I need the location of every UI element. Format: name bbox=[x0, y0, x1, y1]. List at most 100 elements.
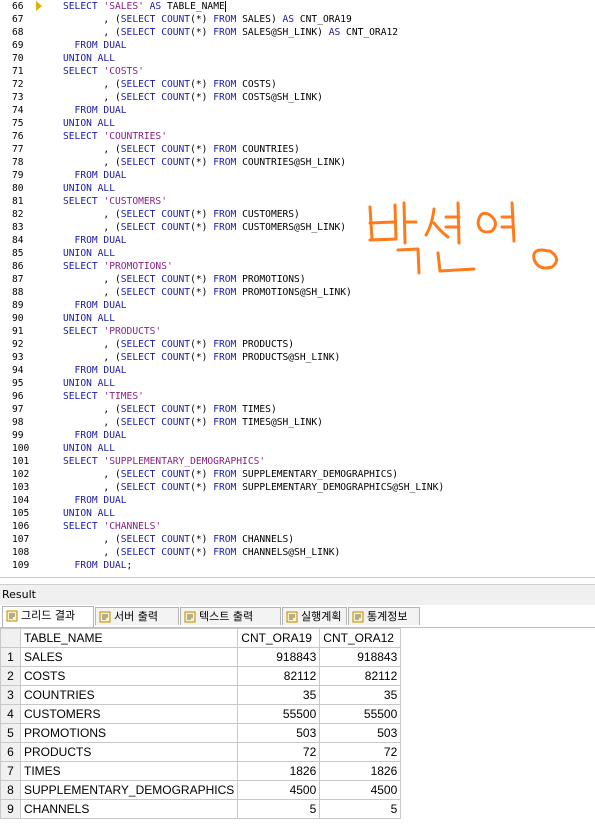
code-line[interactable]: 101 SELECT 'SUPPLEMENTARY_DEMOGRAPHICS' bbox=[0, 455, 595, 468]
cell-cnt-ora19[interactable]: 918843 bbox=[237, 647, 321, 667]
cell-cnt-ora12[interactable]: 72 bbox=[319, 742, 402, 762]
code-line[interactable]: 91 SELECT 'PRODUCTS' bbox=[0, 325, 595, 338]
line-number: 84 bbox=[12, 235, 24, 246]
code-line[interactable]: 108 , (SELECT COUNT(*) FROM CHANNELS@SH_… bbox=[0, 546, 595, 559]
table-row[interactable]: 7 TIMES 1826 1826 bbox=[0, 761, 402, 781]
code-line[interactable]: 75 UNION ALL bbox=[0, 117, 595, 130]
cell-table-name[interactable]: CUSTOMERS bbox=[19, 704, 239, 724]
code-line[interactable]: 81 SELECT 'CUSTOMERS' bbox=[0, 195, 595, 208]
code-line[interactable]: 79 FROM DUAL bbox=[0, 169, 595, 182]
table-row[interactable]: 9 CHANNELS 5 5 bbox=[0, 799, 402, 819]
code-line[interactable]: 105 UNION ALL bbox=[0, 507, 595, 520]
code-line[interactable]: 107 , (SELECT COUNT(*) FROM CHANNELS) bbox=[0, 533, 595, 546]
code-line[interactable]: 78 , (SELECT COUNT(*) FROM COUNTRIES@SH_… bbox=[0, 156, 595, 169]
code-line[interactable]: 95 UNION ALL bbox=[0, 377, 595, 390]
code-line[interactable]: 104 FROM DUAL bbox=[0, 494, 595, 507]
line-number: 94 bbox=[12, 365, 24, 376]
code-token: (*) bbox=[190, 27, 214, 38]
cell-cnt-ora19[interactable]: 82112 bbox=[237, 666, 321, 686]
code-line[interactable]: 73 , (SELECT COUNT(*) FROM COSTS@SH_LINK… bbox=[0, 91, 595, 104]
code-line[interactable]: 67 , (SELECT COUNT(*) FROM SALES) AS CNT… bbox=[0, 13, 595, 26]
code-line[interactable]: 90 UNION ALL bbox=[0, 312, 595, 325]
code-line[interactable]: 96 SELECT 'TIMES' bbox=[0, 390, 595, 403]
table-row[interactable]: 1 SALES 918843 918843 bbox=[0, 647, 402, 667]
result-tab[interactable]: 통계정보 bbox=[348, 607, 420, 625]
line-number: 88 bbox=[12, 287, 24, 298]
code-line[interactable]: 69 FROM DUAL bbox=[0, 39, 595, 52]
code-line[interactable]: 89 FROM DUAL bbox=[0, 299, 595, 312]
cell-cnt-ora19[interactable]: 503 bbox=[237, 723, 321, 743]
code-token: , ( bbox=[63, 547, 121, 558]
cell-cnt-ora12[interactable]: 503 bbox=[319, 723, 402, 743]
code-line[interactable]: 83 , (SELECT COUNT(*) FROM CUSTOMERS@SH_… bbox=[0, 221, 595, 234]
cell-cnt-ora12[interactable]: 4500 bbox=[319, 780, 402, 800]
cell-table-name[interactable]: COUNTRIES bbox=[19, 685, 239, 705]
cell-cnt-ora12[interactable]: 5 bbox=[319, 799, 402, 819]
code-line[interactable]: 66 SELECT 'SALES' AS TABLE_NAME bbox=[0, 0, 595, 13]
code-token: FROM DUAL bbox=[63, 560, 127, 571]
cell-cnt-ora19[interactable]: 4500 bbox=[237, 780, 321, 800]
code-line[interactable]: 80 UNION ALL bbox=[0, 182, 595, 195]
code-line[interactable]: 68 , (SELECT COUNT(*) FROM SALES@SH_LINK… bbox=[0, 26, 595, 39]
code-line[interactable]: 88 , (SELECT COUNT(*) FROM PROMOTIONS@SH… bbox=[0, 286, 595, 299]
code-token: SELECT bbox=[63, 1, 104, 12]
table-row[interactable]: 5 PROMOTIONS 503 503 bbox=[0, 723, 402, 743]
cell-cnt-ora19[interactable]: 5 bbox=[237, 799, 321, 819]
code-line[interactable]: 97 , (SELECT COUNT(*) FROM TIMES) bbox=[0, 403, 595, 416]
table-row[interactable]: 8 SUPPLEMENTARY_DEMOGRAPHICS 4500 4500 bbox=[0, 780, 402, 800]
cell-table-name[interactable]: TIMES bbox=[19, 761, 239, 781]
cell-table-name[interactable]: CHANNELS bbox=[19, 799, 239, 819]
code-line[interactable]: 86 SELECT 'PROMOTIONS' bbox=[0, 260, 595, 273]
code-line[interactable]: 93 , (SELECT COUNT(*) FROM PRODUCTS@SH_L… bbox=[0, 351, 595, 364]
code-line[interactable]: 82 , (SELECT COUNT(*) FROM CUSTOMERS) bbox=[0, 208, 595, 221]
code-line[interactable]: 100 UNION ALL bbox=[0, 442, 595, 455]
code-line[interactable]: 98 , (SELECT COUNT(*) FROM TIMES@SH_LINK… bbox=[0, 416, 595, 429]
code-token: SELECT COUNT bbox=[120, 274, 191, 285]
code-line[interactable]: 102 , (SELECT COUNT(*) FROM SUPPLEMENTAR… bbox=[0, 468, 595, 481]
code-line[interactable]: 87 , (SELECT COUNT(*) FROM PROMOTIONS) bbox=[0, 273, 595, 286]
table-row[interactable]: 2 COSTS 82112 82112 bbox=[0, 666, 402, 686]
code-line[interactable]: 74 FROM DUAL bbox=[0, 104, 595, 117]
code-line[interactable]: 72 , (SELECT COUNT(*) FROM COSTS) bbox=[0, 78, 595, 91]
table-row[interactable]: 6 PRODUCTS 72 72 bbox=[0, 742, 402, 762]
code-line[interactable]: 92 , (SELECT COUNT(*) FROM PRODUCTS) bbox=[0, 338, 595, 351]
cell-table-name[interactable]: SUPPLEMENTARY_DEMOGRAPHICS bbox=[19, 780, 239, 800]
result-grid[interactable]: TABLE_NAME CNT_ORA19 CNT_ORA12 1 SALES 918… bbox=[0, 628, 402, 819]
cell-cnt-ora19[interactable]: 55500 bbox=[237, 704, 321, 724]
cell-table-name[interactable]: PRODUCTS bbox=[19, 742, 239, 762]
result-tab[interactable]: 실행계획 bbox=[282, 607, 347, 625]
cell-cnt-ora12[interactable]: 55500 bbox=[319, 704, 402, 724]
cell-table-name[interactable]: SALES bbox=[19, 647, 239, 667]
column-header-cnt-ora19[interactable]: CNT_ORA19 bbox=[237, 628, 321, 648]
code-line[interactable]: 94 FROM DUAL bbox=[0, 364, 595, 377]
table-row[interactable]: 4 CUSTOMERS 55500 55500 bbox=[0, 704, 402, 724]
code-line[interactable]: 99 FROM DUAL bbox=[0, 429, 595, 442]
code-line[interactable]: 77 , (SELECT COUNT(*) FROM COUNTRIES) bbox=[0, 143, 595, 156]
code-line[interactable]: 85 UNION ALL bbox=[0, 247, 595, 260]
code-line[interactable]: 109 FROM DUAL; bbox=[0, 559, 595, 572]
code-line[interactable]: 71 SELECT 'COSTS' bbox=[0, 65, 595, 78]
result-tab-label: 서버 출력 bbox=[114, 610, 158, 623]
cell-cnt-ora12[interactable]: 918843 bbox=[319, 647, 402, 667]
result-tab[interactable]: 텍스트 출력 bbox=[180, 607, 281, 625]
result-tab[interactable]: 서버 출력 bbox=[95, 607, 179, 625]
table-row[interactable]: 3 COUNTRIES 35 35 bbox=[0, 685, 402, 705]
cell-cnt-ora19[interactable]: 35 bbox=[237, 685, 321, 705]
cell-cnt-ora19[interactable]: 72 bbox=[237, 742, 321, 762]
sql-editor[interactable]: 66 SELECT 'SALES' AS TABLE_NAME 67 , (SELE… bbox=[0, 0, 595, 578]
cell-cnt-ora12[interactable]: 1826 bbox=[319, 761, 402, 781]
cell-cnt-ora12[interactable]: 82112 bbox=[319, 666, 402, 686]
code-line[interactable]: 106 SELECT 'CHANNELS' bbox=[0, 520, 595, 533]
cell-table-name[interactable]: PROMOTIONS bbox=[19, 723, 239, 743]
cell-table-name[interactable]: COSTS bbox=[19, 666, 239, 686]
code-line[interactable]: 84 FROM DUAL bbox=[0, 234, 595, 247]
result-tab[interactable]: 그리드 결과 bbox=[2, 606, 94, 627]
code-line[interactable]: 103 , (SELECT COUNT(*) FROM SUPPLEMENTAR… bbox=[0, 481, 595, 494]
cell-cnt-ora12[interactable]: 35 bbox=[319, 685, 402, 705]
column-header-cnt-ora12[interactable]: CNT_ORA12 bbox=[319, 628, 402, 648]
cell-cnt-ora19[interactable]: 1826 bbox=[237, 761, 321, 781]
column-header-table-name[interactable]: TABLE_NAME bbox=[19, 628, 239, 648]
code-line[interactable]: 76 SELECT 'COUNTRIES' bbox=[0, 130, 595, 143]
code-line[interactable]: 70 UNION ALL bbox=[0, 52, 595, 65]
code-token: , ( bbox=[63, 274, 121, 285]
